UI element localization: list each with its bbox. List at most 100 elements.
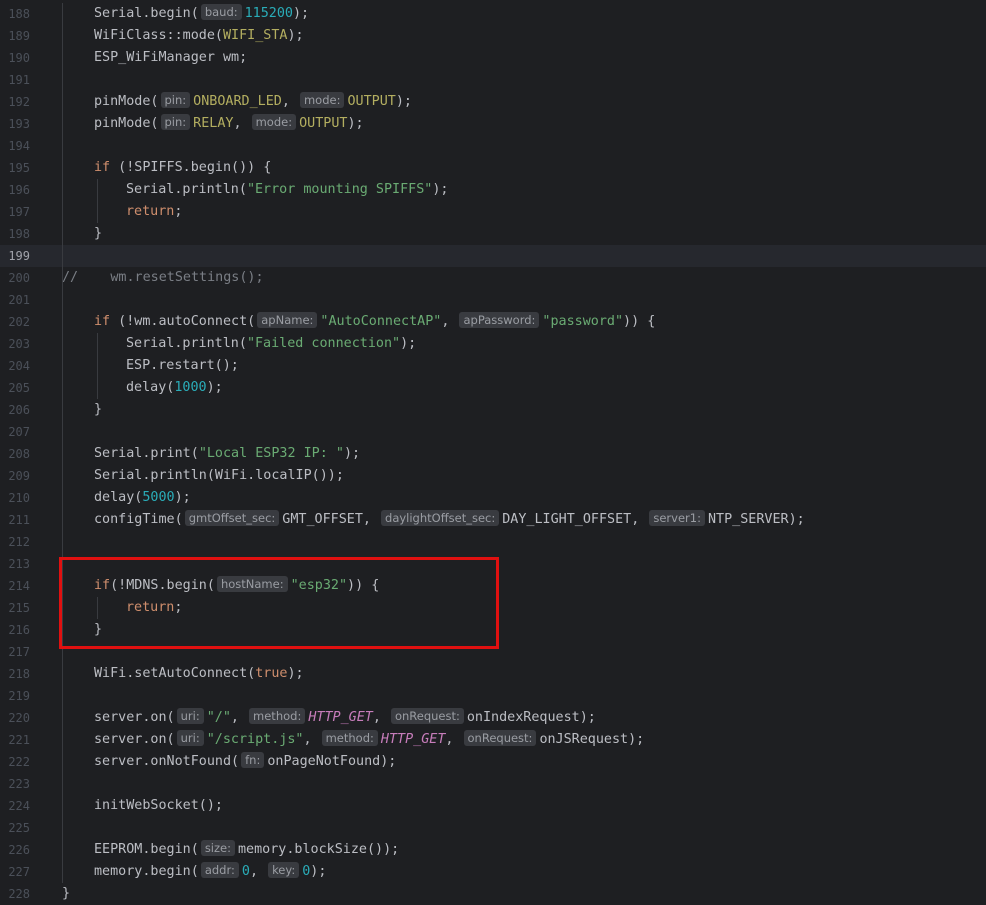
code-token: ,	[441, 314, 458, 329]
code-text: }	[94, 399, 102, 421]
line-number: 222	[8, 755, 30, 769]
code-token: HTTP_GET	[308, 710, 373, 725]
code-token: "/"	[206, 710, 231, 725]
code-line[interactable]: 209 Serial.println(WiFi.localIP());	[0, 465, 986, 487]
code-line[interactable]: 204 ESP.restart();	[0, 355, 986, 377]
code-text: delay(5000);	[94, 487, 191, 509]
code-line[interactable]: 193 pinMode(pin: RELAY, mode: OUTPUT);	[0, 113, 986, 135]
code-line[interactable]: 205 delay(1000);	[0, 377, 986, 399]
code-token: ,	[233, 116, 250, 131]
line-number: 228	[8, 887, 30, 901]
code-line[interactable]: 211 configTime(gmtOffset_sec: GMT_OFFSET, …	[0, 509, 986, 531]
code-token: ,	[303, 732, 320, 747]
code-editor[interactable]: 188 Serial.begin(baud: 115200); 189 WiFiClas…	[0, 0, 986, 904]
parameter-hint: fn:	[241, 752, 265, 768]
line-number: 193	[8, 117, 30, 131]
code-line[interactable]: 220 server.on(uri: "/", method: HTTP_GET, o…	[0, 707, 986, 729]
code-line[interactable]: 214 if(!MDNS.begin(hostName: "esp32")) {	[0, 575, 986, 597]
code-token: if	[94, 160, 111, 175]
code-token: );	[287, 666, 304, 681]
code-token: "/script.js"	[206, 732, 304, 747]
code-text: delay(1000);	[126, 377, 223, 399]
line-number: 225	[8, 821, 30, 835]
line-number: 213	[8, 557, 30, 571]
line-number: 219	[8, 689, 30, 703]
line-number: 209	[8, 469, 30, 483]
code-token: );	[174, 490, 191, 505]
line-number: 194	[8, 139, 30, 153]
line-number: 227	[8, 865, 30, 879]
code-token: );	[343, 446, 361, 461]
code-line[interactable]: 188 Serial.begin(baud: 115200);	[0, 3, 986, 25]
code-line[interactable]: 190 ESP_WiFiManager wm;	[0, 47, 986, 69]
code-line[interactable]: 222 server.onNotFound(fn: onPageNotFound);	[0, 751, 986, 773]
code-line[interactable]: 223	[0, 773, 986, 795]
code-line[interactable]: 199	[0, 245, 986, 267]
code-token: }	[94, 402, 103, 417]
code-token: server.on(	[94, 710, 175, 725]
code-text: }	[94, 223, 102, 245]
code-line[interactable]: 218 WiFi.setAutoConnect(true);	[0, 663, 986, 685]
code-token: "Error mounting SPIFFS"	[246, 182, 433, 197]
code-token: "esp32"	[290, 578, 348, 593]
code-token: EEPROM.begin(	[94, 842, 199, 857]
code-line[interactable]: 216}	[0, 619, 986, 641]
code-token: );	[400, 336, 417, 351]
code-line[interactable]: 210 delay(5000);	[0, 487, 986, 509]
code-line[interactable]: 196 Serial.println("Error mounting SPIFFS…	[0, 179, 986, 201]
code-line[interactable]: 189 WiFiClass::mode(WIFI_STA);	[0, 25, 986, 47]
parameter-hint: mode:	[251, 114, 297, 130]
code-line[interactable]: 228}	[0, 883, 986, 905]
code-line[interactable]: 207	[0, 421, 986, 443]
code-text: pinMode(pin: ONBOARD_LED, mode: OUTPUT);	[94, 91, 412, 113]
code-line[interactable]: 194	[0, 135, 986, 157]
code-line[interactable]: 208 Serial.print("Local ESP32 IP: ");	[0, 443, 986, 465]
code-line[interactable]: 219	[0, 685, 986, 707]
code-token: ;	[174, 204, 183, 219]
line-number: 207	[8, 425, 30, 439]
parameter-hint: server1:	[649, 510, 705, 526]
code-token: onPageNotFound);	[267, 754, 397, 769]
code-line[interactable]: 192 pinMode(pin: ONBOARD_LED, mode: OUTPUT)…	[0, 91, 986, 113]
code-line[interactable]: 213	[0, 553, 986, 575]
code-token: Serial.print(	[94, 446, 199, 461]
indent-guide	[97, 597, 98, 619]
code-line[interactable]: 221 server.on(uri: "/script.js", method: HT…	[0, 729, 986, 751]
code-text: pinMode(pin: RELAY, mode: OUTPUT);	[94, 113, 364, 135]
code-line[interactable]: 227 memory.begin(addr: 0, key: 0);	[0, 861, 986, 883]
code-token: memory.blockSize());	[238, 842, 400, 857]
code-line[interactable]: 206}	[0, 399, 986, 421]
code-line[interactable]: 198}	[0, 223, 986, 245]
code-line[interactable]: 212	[0, 531, 986, 553]
code-line[interactable]: 224 initWebSocket();	[0, 795, 986, 817]
code-line[interactable]: 226 EEPROM.begin(size: memory.blockSize())…	[0, 839, 986, 861]
code-token: return	[126, 204, 175, 219]
code-line[interactable]: 200 // wm.resetSettings();	[0, 267, 986, 289]
code-token: ,	[249, 864, 267, 879]
code-token: server.onNotFound(	[94, 754, 240, 769]
line-number: 208	[8, 447, 30, 461]
line-number: 197	[8, 205, 30, 219]
code-line[interactable]: 202 if (!wm.autoConnect(apName: "AutoConne…	[0, 311, 986, 333]
code-token: );	[395, 94, 412, 109]
parameter-hint: hostName:	[216, 576, 288, 592]
code-token: Serial.println(WiFi.localIP());	[94, 468, 344, 483]
code-line[interactable]: 195 if (!SPIFFS.begin()) {	[0, 157, 986, 179]
code-line[interactable]: 217	[0, 641, 986, 663]
code-token: 0	[241, 864, 250, 879]
code-line[interactable]: 203 Serial.println("Failed connection");	[0, 333, 986, 355]
code-line[interactable]: 191	[0, 69, 986, 91]
line-number: 206	[8, 403, 30, 417]
code-line[interactable]: 197 return;	[0, 201, 986, 223]
code-token: "Failed connection"	[246, 336, 401, 351]
code-token: "AutoConnectAP"	[320, 314, 442, 329]
code-line[interactable]: 225	[0, 817, 986, 839]
code-token: Serial.println(	[126, 182, 247, 197]
code-line[interactable]: 215 return;	[0, 597, 986, 619]
code-token: ,	[445, 732, 462, 747]
code-token: NTP_SERVER);	[707, 512, 805, 527]
code-token: GMT_OFFSET,	[282, 512, 380, 527]
code-line[interactable]: 201	[0, 289, 986, 311]
code-token: ,	[281, 94, 298, 109]
code-token: delay(	[94, 490, 143, 505]
